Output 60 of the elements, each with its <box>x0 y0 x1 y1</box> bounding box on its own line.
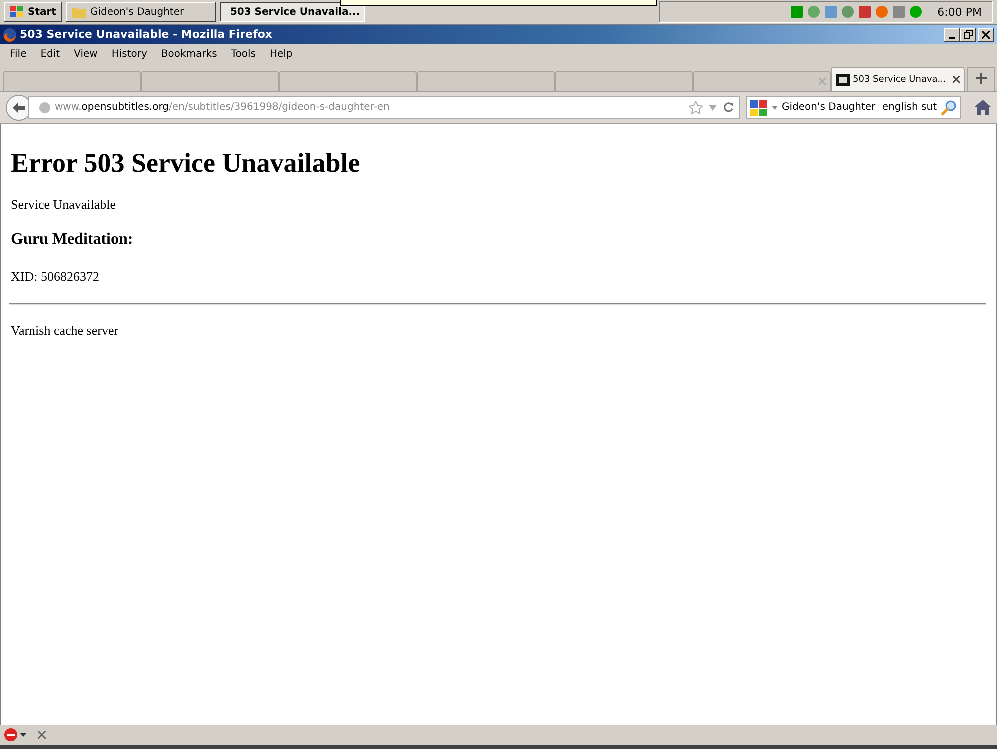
browser-tab[interactable]: 503 Service Unava... <box>831 67 965 91</box>
close-icon <box>982 30 990 38</box>
error-heading: Error 503 Service Unavailable <box>11 148 362 179</box>
tray-icon[interactable] <box>806 5 821 19</box>
section-heading: Guru Meditation: <box>11 231 134 249</box>
menu-item[interactable]: View <box>67 48 105 60</box>
clock: 6:00 PM <box>938 6 982 18</box>
home-icon[interactable] <box>975 100 991 115</box>
search-engine-icon[interactable] <box>750 100 768 116</box>
new-tab-button[interactable] <box>967 67 995 91</box>
minimize-button[interactable] <box>944 28 960 42</box>
menu-item[interactable]: Help <box>262 48 300 60</box>
star-icon[interactable] <box>689 101 703 114</box>
minimize-icon <box>949 36 955 38</box>
tray-icon[interactable] <box>858 5 872 19</box>
search-engine-label: Gideon's Daughter <box>782 102 876 113</box>
browser-icon <box>3 28 17 42</box>
browser-tab[interactable] <box>693 71 831 91</box>
tray-icon[interactable] <box>908 5 923 19</box>
restore-icon <box>964 30 972 39</box>
search-icon[interactable] <box>941 100 957 116</box>
browser-tab[interactable] <box>141 71 279 91</box>
server-text: Varnish cache server <box>11 323 120 339</box>
xid-text: XID: 506826372 <box>11 269 100 285</box>
reload-icon[interactable] <box>723 102 734 113</box>
error-message: Service Unavailable <box>11 197 118 213</box>
browser-tab[interactable] <box>555 71 693 91</box>
tray-icon[interactable] <box>790 5 804 19</box>
menu-item[interactable]: History <box>104 48 154 60</box>
menu-item[interactable]: Edit <box>34 48 68 60</box>
menu-item[interactable]: Tools <box>224 48 263 60</box>
search-text: english sut <box>882 102 937 113</box>
menu-item[interactable]: File <box>3 48 34 60</box>
close-button[interactable] <box>978 28 994 42</box>
folder-icon <box>72 6 86 18</box>
adblock-icon[interactable] <box>4 728 28 742</box>
tray-icon[interactable] <box>840 5 855 19</box>
windows-logo-icon <box>10 6 24 18</box>
address-field[interactable]: www.opensubtitles.org/en/subtitles/3961998/gideon-s-daughter-en <box>28 96 740 119</box>
tray-icon[interactable] <box>874 5 889 19</box>
menu-item[interactable]: Bookmarks <box>154 48 224 60</box>
search-field[interactable]: Gideon's Daughter english sut <box>746 96 961 119</box>
close-icon[interactable] <box>38 731 46 739</box>
film-icon <box>836 74 850 86</box>
taskbar-button[interactable]: Gideon's Daughter <box>66 2 216 22</box>
browser-tab[interactable] <box>417 71 555 91</box>
dropdown-icon <box>772 106 778 110</box>
dropdown-icon[interactable] <box>709 104 717 110</box>
window-title: 503 Service Unavailable - Mozilla Firefox <box>20 28 273 41</box>
browser-tab[interactable] <box>279 71 417 91</box>
back-arrow-icon <box>12 102 26 114</box>
tray-icon[interactable] <box>892 5 906 19</box>
restore-button[interactable] <box>960 28 976 42</box>
close-tab-icon[interactable] <box>953 76 960 83</box>
plus-icon <box>976 72 986 84</box>
tray-icon[interactable] <box>824 5 838 19</box>
tab-title: 503 Service Unava... <box>853 74 946 84</box>
taskbar-button[interactable]: 503 Service Unavaila... <box>220 2 366 22</box>
url-text: www.opensubtitles.org/en/subtitles/3961998/gideon-s-daughter-en <box>55 102 390 113</box>
start-button[interactable]: Start <box>4 2 62 22</box>
